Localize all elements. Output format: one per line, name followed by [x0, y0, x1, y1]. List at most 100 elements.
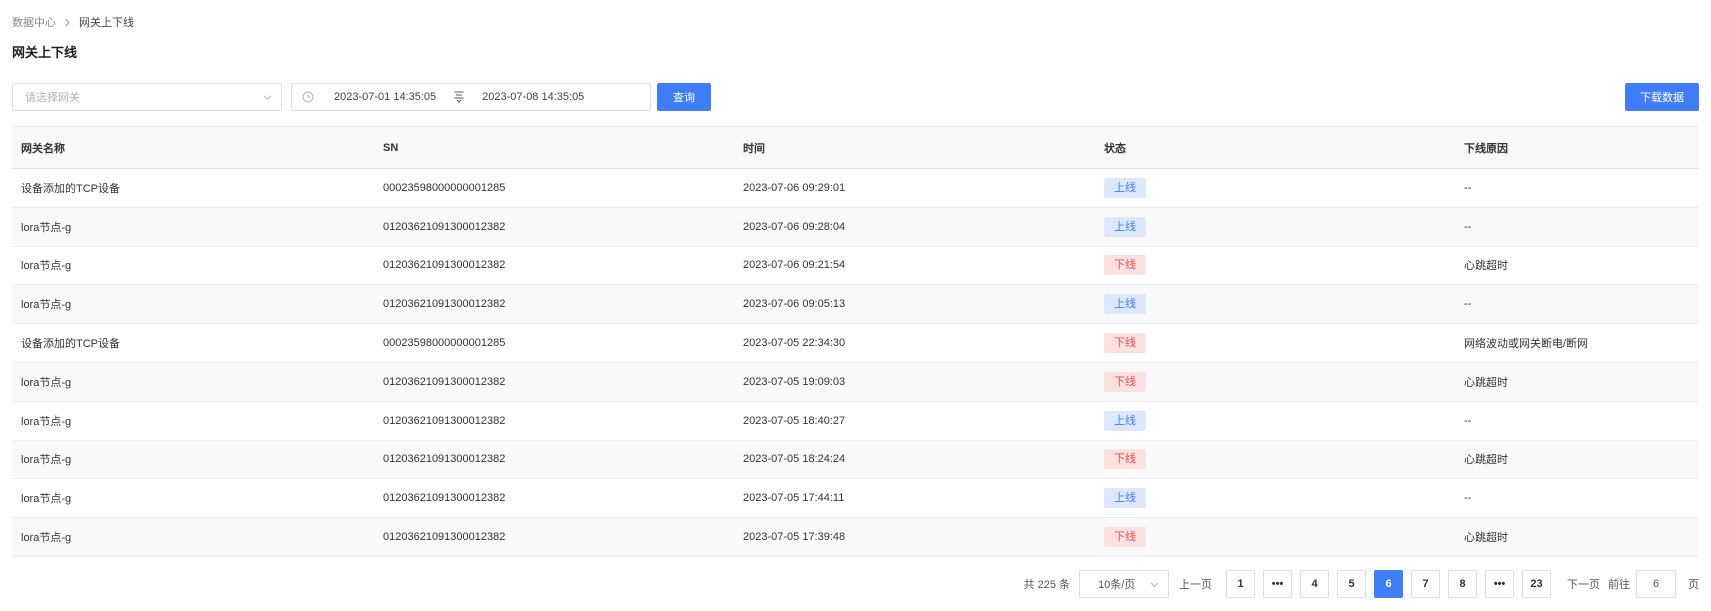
- cell-time: 2023-07-05 18:40:27: [743, 414, 846, 427]
- table-row: lora节点-g 01203621091300012382 2023-07-06 0…: [12, 247, 1699, 286]
- cell-time: 2023-07-06 09:21:54: [743, 259, 846, 272]
- column-header-time: 时间: [743, 142, 765, 155]
- table-row: lora节点-g 01203621091300012382 2023-07-05 1…: [12, 479, 1699, 519]
- table-row: lora节点-g 01203621091300012382 2023-07-05 1…: [12, 518, 1699, 557]
- cell-status: 上线: [1095, 294, 1455, 315]
- cell-gateway-name: lora节点-g: [21, 260, 72, 273]
- table-row: lora节点-g 01203621091300012382 2023-07-05 1…: [12, 440, 1699, 480]
- cell-time: 2023-07-05 17:39:48: [743, 531, 846, 544]
- cell-status: 下线: [1095, 371, 1455, 392]
- cell-gateway-name: lora节点-g: [21, 376, 72, 389]
- cell-sn: 01203621091300012382: [383, 531, 506, 544]
- cell-gateway-name: lora节点-g: [21, 454, 72, 467]
- column-header-offline-reason: 下线原因: [1464, 142, 1508, 155]
- cell-offline-reason: 网络波动或网关断电/断网: [1464, 338, 1589, 351]
- cell-sn: 01203621091300012382: [383, 492, 506, 505]
- column-header-sn: SN: [383, 141, 399, 154]
- cell-sn: 00023598000000001285: [383, 337, 506, 350]
- clock-icon: [302, 91, 314, 103]
- page-number-button[interactable]: 7: [1411, 570, 1440, 598]
- cell-status: 上线: [1095, 177, 1455, 198]
- table-row: lora节点-g 01203621091300012382 2023-07-05 1…: [12, 362, 1699, 402]
- page-size-value: 10条/页: [1098, 579, 1136, 591]
- cell-status: 下线: [1095, 527, 1455, 548]
- cell-offline-reason: --: [1464, 298, 1472, 311]
- breadcrumb-current: 网关上下线: [79, 17, 134, 29]
- cell-sn: 01203621091300012382: [383, 375, 506, 388]
- column-header-gateway-name: 网关名称: [21, 142, 65, 155]
- cell-gateway-name: lora节点-g: [21, 415, 72, 428]
- page-number-button[interactable]: 23: [1522, 570, 1551, 598]
- page-title: 网关上下线: [12, 45, 78, 60]
- goto-label: 前往: [1608, 579, 1630, 591]
- cell-sn: 01203621091300012382: [383, 414, 506, 427]
- page-ellipsis-button[interactable]: •••: [1263, 570, 1292, 598]
- cell-offline-reason: --: [1464, 492, 1472, 505]
- status-badge: 下线: [1104, 527, 1146, 548]
- start-date-input[interactable]: 2023-07-01 14:35:05: [334, 91, 436, 103]
- page-number-button[interactable]: 8: [1448, 570, 1477, 598]
- cell-offline-reason: 心跳超时: [1464, 260, 1508, 273]
- table-row: lora节点-g 01203621091300012382 2023-07-06 0…: [12, 207, 1699, 247]
- next-page-button[interactable]: 下一页: [1567, 576, 1600, 592]
- cell-time: 2023-07-06 09:28:04: [743, 220, 846, 233]
- cell-offline-reason: --: [1464, 181, 1472, 194]
- cell-status: 上线: [1095, 216, 1455, 237]
- cell-status: 下线: [1095, 449, 1455, 470]
- cell-gateway-name: lora节点-g: [21, 532, 72, 545]
- chevron-down-icon: [262, 92, 273, 106]
- page-number-button[interactable]: 5: [1337, 570, 1366, 598]
- table-body: 设备添加的TCP设备 00023598000000001285 2023-07-06…: [12, 169, 1699, 557]
- cell-time: 2023-07-06 09:29:01: [743, 181, 846, 194]
- page-suffix: 页: [1688, 579, 1699, 591]
- cell-gateway-name: lora节点-g: [21, 493, 72, 506]
- page-list: 1 ••• 4 5 6 7 8 ••• 23: [1226, 570, 1559, 598]
- cell-sn: 01203621091300012382: [383, 220, 506, 233]
- cell-gateway-name: lora节点-g: [21, 221, 72, 234]
- cell-status: 上线: [1095, 410, 1455, 431]
- cell-offline-reason: 心跳超时: [1464, 376, 1508, 389]
- pagination-total: 共 225 条: [1023, 579, 1070, 591]
- cell-time: 2023-07-05 17:44:11: [743, 492, 845, 505]
- gateway-select[interactable]: 请选择网关: [12, 83, 282, 111]
- cell-status: 下线: [1095, 333, 1455, 354]
- status-badge: 上线: [1104, 410, 1146, 431]
- table-row: lora节点-g 01203621091300012382 2023-07-06 0…: [12, 285, 1699, 325]
- chevron-right-icon: [64, 18, 71, 27]
- page-number-button[interactable]: 6: [1374, 570, 1403, 598]
- cell-gateway-name: 设备添加的TCP设备: [21, 182, 120, 195]
- breadcrumb: 数据中心 网关上下线: [12, 14, 134, 30]
- prev-page-button[interactable]: 上一页: [1179, 576, 1212, 592]
- table-row: 设备添加的TCP设备 00023598000000001285 2023-07-05…: [12, 324, 1699, 363]
- cell-time: 2023-07-05 18:24:24: [743, 453, 846, 466]
- cell-time: 2023-07-05 19:09:03: [743, 375, 846, 388]
- table-row: lora节点-g 01203621091300012382 2023-07-05 1…: [12, 402, 1699, 441]
- table-header: 网关名称 SN 时间 状态 下线原因: [12, 126, 1699, 169]
- page-size-select[interactable]: 10条/页: [1079, 570, 1169, 598]
- column-header-status: 状态: [1104, 142, 1126, 155]
- query-button[interactable]: 查询: [657, 83, 711, 111]
- page-number-button[interactable]: 4: [1300, 570, 1329, 598]
- download-data-button[interactable]: 下载数据: [1625, 83, 1699, 111]
- goto-page-input[interactable]: 6: [1636, 570, 1676, 598]
- cell-status: 下线: [1095, 255, 1455, 276]
- date-range-picker[interactable]: 2023-07-01 14:35:05 2023-07-08 14:35:05: [291, 83, 651, 111]
- status-badge: 下线: [1104, 449, 1146, 470]
- cell-gateway-name: lora节点-g: [21, 299, 72, 312]
- cell-offline-reason: 心跳超时: [1464, 532, 1508, 545]
- cell-gateway-name: 设备添加的TCP设备: [21, 338, 120, 351]
- cell-sn: 01203621091300012382: [383, 259, 506, 272]
- table-row: 设备添加的TCP设备 00023598000000001285 2023-07-06…: [12, 169, 1699, 208]
- end-date-input[interactable]: 2023-07-08 14:35:05: [482, 91, 584, 103]
- page-number-button[interactable]: 1: [1226, 570, 1255, 598]
- cell-offline-reason: 心跳超时: [1464, 454, 1508, 467]
- cell-status: 上线: [1095, 488, 1455, 509]
- gateway-log-table: 网关名称 SN 时间 状态 下线原因 设备添加的TCP设备 00023598000…: [12, 126, 1699, 557]
- range-separator-icon: [454, 91, 464, 103]
- cell-sn: 01203621091300012382: [383, 453, 506, 466]
- cell-time: 2023-07-05 22:34:30: [743, 337, 846, 350]
- chevron-down-icon: [1149, 579, 1160, 593]
- page-ellipsis-button[interactable]: •••: [1485, 570, 1514, 598]
- breadcrumb-parent[interactable]: 数据中心: [12, 14, 56, 30]
- cell-sn: 01203621091300012382: [383, 298, 506, 311]
